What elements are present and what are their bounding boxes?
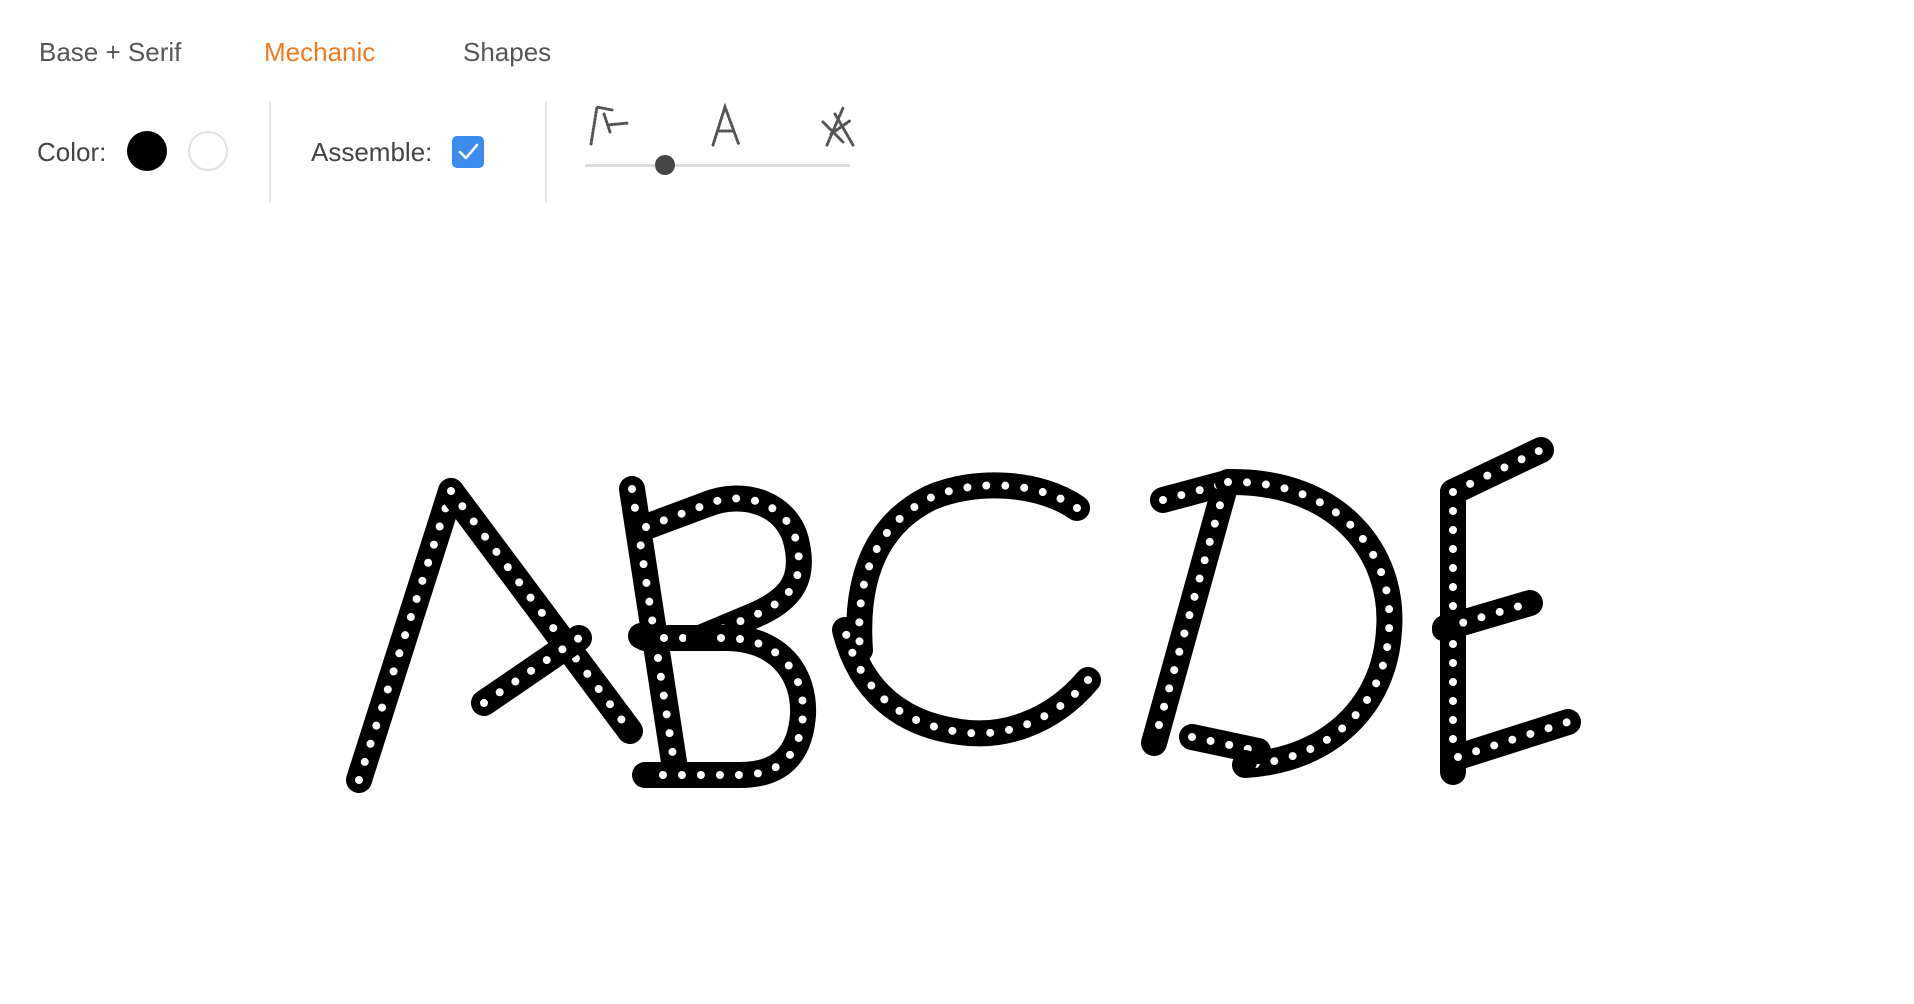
joint-dot — [686, 627, 708, 649]
joint-dot — [1233, 750, 1257, 774]
letter-d-bowl — [1215, 468, 1403, 778]
letter-glyphs — [346, 437, 1581, 793]
joint-dot — [1432, 619, 1454, 641]
style-tabs: Base + Serif Mechanic Shapes — [39, 30, 583, 74]
slider-thumb[interactable] — [654, 155, 675, 175]
assembly-slider[interactable] — [585, 100, 855, 180]
checkmark-icon — [458, 143, 479, 160]
letter-c-arc — [832, 472, 1101, 747]
letter-canvas — [346, 437, 1581, 793]
joint-dot — [628, 623, 654, 649]
color-swatch-white[interactable] — [188, 131, 228, 171]
color-swatch-black[interactable] — [127, 131, 167, 171]
assemble-checkbox[interactable] — [452, 136, 484, 168]
exploded-a-icon[interactable] — [813, 100, 865, 150]
slider-track[interactable] — [585, 164, 850, 167]
color-label: Color: — [37, 137, 107, 167]
letter-e-top-arm — [1440, 437, 1554, 505]
stroke-holes — [1150, 483, 1229, 747]
tab-shapes[interactable]: Shapes — [463, 37, 583, 68]
tab-base-serif[interactable]: Base + Serif — [39, 37, 264, 68]
stroke-holes — [480, 634, 583, 707]
assemble-label: Assemble: — [311, 137, 433, 167]
disassembled-a-icon[interactable] — [585, 100, 637, 150]
tab-mechanic[interactable]: Mechanic — [264, 37, 463, 68]
toolbar-divider — [545, 102, 547, 202]
toolbar-divider — [269, 102, 271, 202]
letter-b-upper-bowl — [633, 485, 812, 651]
assembled-a-icon[interactable] — [701, 100, 753, 150]
